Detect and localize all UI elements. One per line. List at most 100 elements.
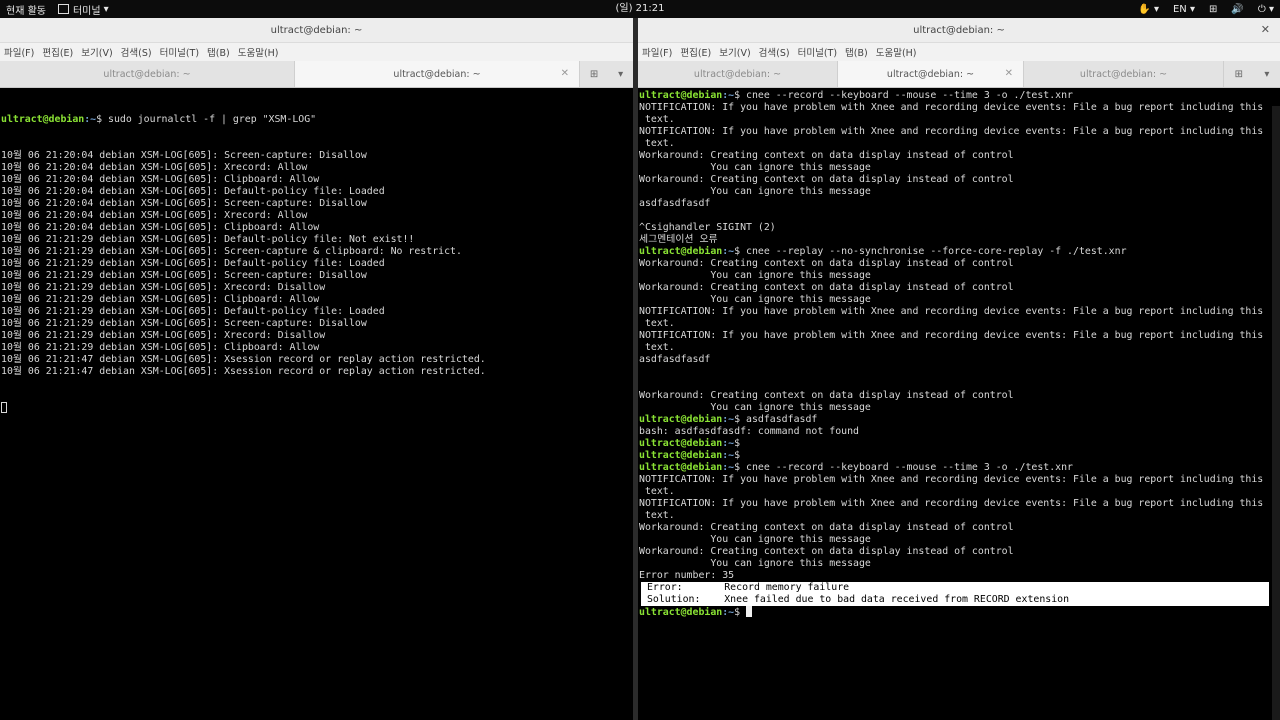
- log-line: 10월 06 21:20:04 debian XSM-LOG[605]: Scr…: [1, 198, 367, 209]
- log-line: 10월 06 21:20:04 debian XSM-LOG[605]: Def…: [1, 186, 385, 197]
- output-line: bash: asdfasdfasdf: command not found: [639, 426, 1280, 438]
- log-line: 10월 06 21:21:29 debian XSM-LOG[605]: Xre…: [1, 330, 326, 341]
- line-text: You can ignore this message: [639, 294, 871, 305]
- tab-label: ultract@debian: ~: [103, 68, 191, 80]
- menu-item[interactable]: 편집(E): [680, 45, 711, 59]
- line-text: NOTIFICATION: If you have problem with X…: [639, 330, 1264, 341]
- line-text: ^Csighandler SIGINT (2): [639, 222, 776, 233]
- tab-menu-icon[interactable]: ▾: [1264, 69, 1269, 80]
- line-text: Solution: Xnee failed due to bad data re…: [641, 594, 1070, 605]
- terminal-window-left: ultract@debian: ~ 파일(F) 편집(E) 보기(V) 검색(S) 터미…: [0, 18, 633, 720]
- close-icon[interactable]: ✕: [1005, 61, 1013, 87]
- line-text: asdfasdfasdf: [639, 354, 711, 365]
- cursor-line: [1, 402, 633, 414]
- new-tab-icon[interactable]: ⊞: [590, 69, 598, 80]
- tab-1[interactable]: ultract@debian: ~: [0, 61, 295, 87]
- output-line: Workaround: Creating context on data dis…: [639, 546, 1280, 558]
- line-text: $ asdfasdfasdf: [734, 414, 818, 425]
- output-line: Workaround: Creating context on data dis…: [639, 258, 1280, 270]
- output-line: NOTIFICATION: If you have problem with X…: [639, 102, 1280, 114]
- power-icon[interactable]: ⏻ ▾: [1258, 4, 1274, 15]
- prompt-line: ultract@debian:~$: [639, 438, 1280, 450]
- line-text: You can ignore this message: [639, 162, 871, 173]
- activities-button[interactable]: 현재 활동: [0, 0, 52, 18]
- menu-item[interactable]: 검색(S): [121, 45, 152, 59]
- line-text: $ cnee --record --keyboard --mouse --tim…: [734, 90, 1074, 101]
- terminal-output[interactable]: ultract@debian:~$ sudo journalctl -f | g…: [0, 88, 633, 438]
- line-text: NOTIFICATION: If you have problem with X…: [639, 126, 1264, 137]
- menu-item[interactable]: 파일(F): [642, 45, 672, 59]
- tab-bar: ultract@debian: ~ ultract@debian: ~ ✕ ⊞ …: [0, 61, 633, 88]
- tab-3[interactable]: ultract@debian: ~: [1024, 61, 1224, 87]
- tab-2[interactable]: ultract@debian: ~ ✕: [838, 61, 1024, 87]
- menu-item[interactable]: 터미널(T): [798, 45, 837, 59]
- line-text: text.: [639, 114, 675, 125]
- language-indicator[interactable]: EN ▾: [1173, 4, 1195, 15]
- output-line: You can ignore this message: [639, 270, 1280, 282]
- input-method-icon[interactable]: ✋ ▾: [1138, 4, 1159, 15]
- log-line: 10월 06 21:21:29 debian XSM-LOG[605]: Scr…: [1, 270, 367, 281]
- prompt-user: ultract@debian: [639, 450, 723, 461]
- line-text: NOTIFICATION: If you have problem with X…: [639, 306, 1264, 317]
- line-text: text.: [639, 486, 675, 497]
- log-line: 10월 06 21:21:29 debian XSM-LOG[605]: Def…: [1, 306, 385, 317]
- window-title: ultract@debian: ~: [913, 24, 1005, 36]
- log-line: 10월 06 21:21:29 debian XSM-LOG[605]: Cli…: [1, 294, 320, 305]
- menu-item[interactable]: 탭(B): [207, 45, 230, 59]
- menu-item[interactable]: 터미널(T): [160, 45, 199, 59]
- app-menu-button[interactable]: 터미널 ▾: [52, 0, 115, 18]
- output-line: NOTIFICATION: If you have problem with X…: [639, 474, 1280, 486]
- gnome-top-bar: 현재 활동 터미널 ▾ (일) 21:21 ✋ ▾ EN ▾ ⊞ 🔊 ⏻ ▾: [0, 0, 1280, 18]
- log-line: 10월 06 21:20:04 debian XSM-LOG[605]: Xre…: [1, 162, 308, 173]
- close-icon[interactable]: ✕: [561, 61, 569, 87]
- tab-menu-icon[interactable]: ▾: [618, 69, 623, 80]
- line-text: Workaround: Creating context on data dis…: [639, 390, 1014, 401]
- terminal-app-icon: [57, 4, 69, 14]
- menu-bar: 파일(F) 편집(E) 보기(V) 검색(S) 터미널(T) 탭(B) 도움말(H): [0, 43, 633, 61]
- output-line: You can ignore this message: [639, 558, 1280, 570]
- clock[interactable]: (일) 21:21: [0, 0, 1280, 18]
- output-line: Workaround: Creating context on data dis…: [639, 174, 1280, 186]
- menu-item[interactable]: 탭(B): [845, 45, 868, 59]
- menu-item[interactable]: 파일(F): [4, 45, 34, 59]
- menu-item[interactable]: 도움말(H): [238, 45, 279, 59]
- network-icon[interactable]: ⊞: [1209, 4, 1217, 15]
- output-line: Workaround: Creating context on data dis…: [639, 390, 1280, 402]
- log-line: 10월 06 21:21:29 debian XSM-LOG[605]: Def…: [1, 258, 385, 269]
- menu-item[interactable]: 검색(S): [759, 45, 790, 59]
- output-line: You can ignore this message: [639, 162, 1280, 174]
- output-line: text.: [639, 342, 1280, 354]
- line-text: text.: [639, 138, 675, 149]
- output-line: NOTIFICATION: If you have problem with X…: [639, 126, 1280, 138]
- tab-2[interactable]: ultract@debian: ~ ✕: [295, 61, 580, 87]
- prompt-path: :~: [722, 414, 735, 425]
- sound-icon[interactable]: 🔊: [1231, 4, 1243, 15]
- menu-item[interactable]: 도움말(H): [876, 45, 917, 59]
- prompt-line: ultract@debian:~$: [639, 606, 1280, 618]
- command-text: sudo journalctl -f | grep "XSM-LOG": [108, 114, 317, 125]
- new-tab-icon[interactable]: ⊞: [1235, 69, 1243, 80]
- menu-item[interactable]: 보기(V): [81, 45, 112, 59]
- output-line: 세그멘테이션 오류: [639, 234, 1280, 246]
- tab-1[interactable]: ultract@debian: ~: [638, 61, 838, 87]
- scrollbar[interactable]: [1272, 106, 1280, 720]
- line-text: Workaround: Creating context on data dis…: [639, 546, 1014, 557]
- menu-item[interactable]: 보기(V): [719, 45, 750, 59]
- terminal-output[interactable]: ultract@debian :~ $ cnee --record --keyboa…: [638, 88, 1280, 618]
- line-text: text.: [639, 510, 675, 521]
- line-text: bash: asdfasdfasdf: command not found: [639, 426, 859, 437]
- log-line: 10월 06 21:20:04 debian XSM-LOG[605]: Cli…: [1, 222, 320, 233]
- line-text: text.: [639, 318, 675, 329]
- line-text: Workaround: Creating context on data dis…: [639, 150, 1014, 161]
- prompt-line: ultract@debian:~$ cnee --replay --no-syn…: [639, 246, 1280, 258]
- line-text: NOTIFICATION: If you have problem with X…: [639, 102, 1264, 113]
- line-text: Error: Record memory failure: [641, 582, 850, 593]
- prompt-line: ultract@debian:~$: [639, 450, 1280, 462]
- close-icon[interactable]: ✕: [1261, 18, 1270, 42]
- window-titlebar[interactable]: ultract@debian: ~: [0, 18, 633, 43]
- window-titlebar[interactable]: ultract@debian: ~ ✕: [638, 18, 1280, 43]
- output-line: Error number: 35: [639, 570, 1280, 582]
- menu-item[interactable]: 편집(E): [42, 45, 73, 59]
- output-line: asdfasdfasdf: [639, 198, 1280, 210]
